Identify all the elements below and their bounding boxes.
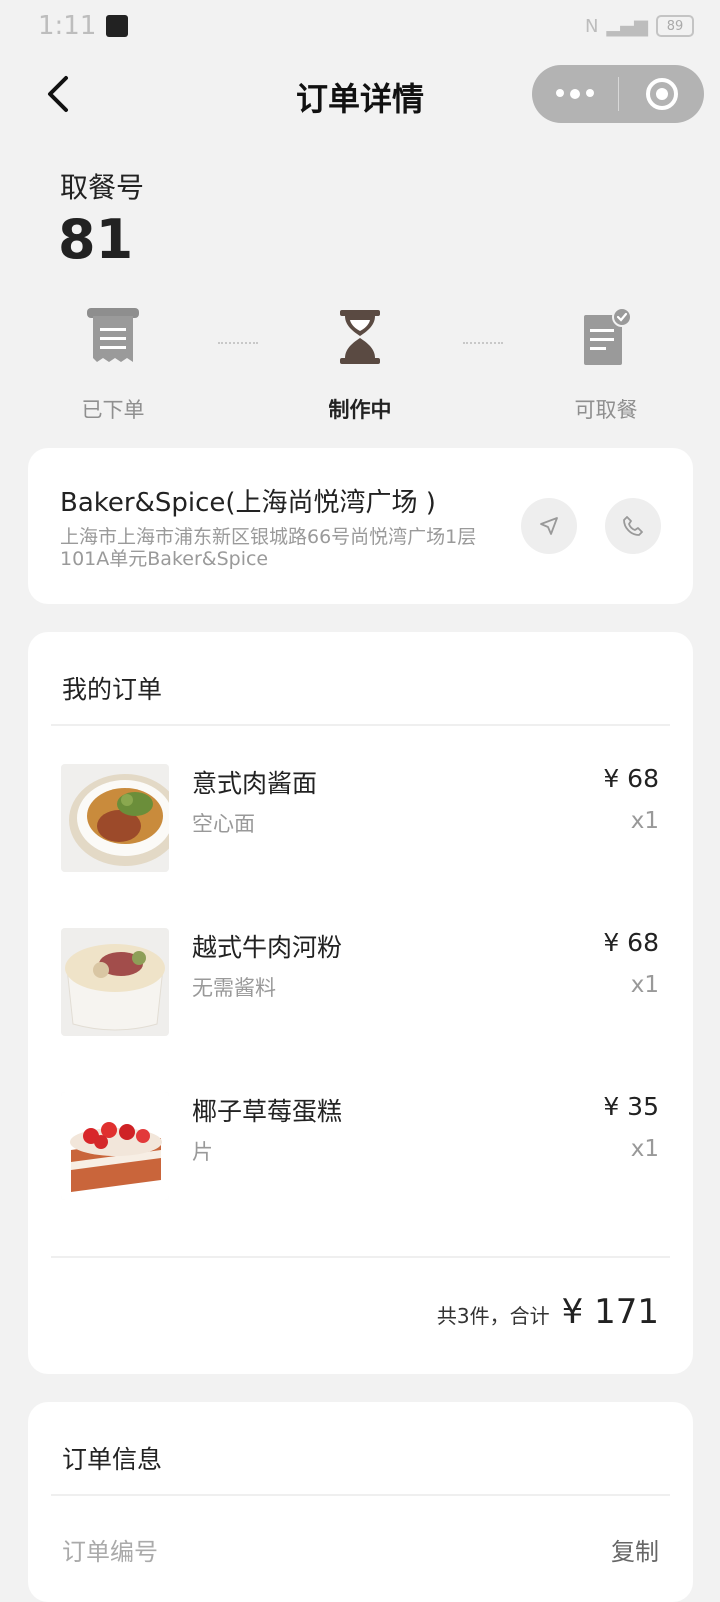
order-item[interactable]: 椰子草莓蛋糕 片 ¥ 35 x1 bbox=[28, 1092, 693, 1202]
progress-connector bbox=[463, 342, 503, 344]
more-dot-icon bbox=[586, 89, 594, 97]
order-item[interactable]: 越式牛肉河粉 无需酱料 ¥ 68 x1 bbox=[28, 928, 693, 1038]
item-name: 越式牛肉河粉 bbox=[192, 933, 343, 962]
pho-image bbox=[61, 928, 169, 1036]
ready-document-icon bbox=[584, 307, 632, 365]
copy-button[interactable]: 复制 bbox=[611, 1532, 659, 1567]
item-quantity: x1 bbox=[630, 808, 659, 834]
pickup-label: 取餐号 bbox=[60, 171, 145, 204]
store-address: 上海市上海市浦东新区银城路66号尚悦湾广场1层101A单元Baker&Spice bbox=[60, 526, 477, 570]
divider bbox=[51, 1256, 670, 1258]
order-card: 我的订单 意式肉酱面 空心面 ¥ 68 x1 越式牛肉河粉 无需酱料 ¥ 68 … bbox=[28, 632, 693, 1374]
navigation-arrow-icon bbox=[540, 517, 558, 535]
receipt-icon bbox=[87, 308, 139, 362]
battery-level: 89 bbox=[666, 18, 684, 34]
order-section-title: 我的订单 bbox=[62, 675, 163, 704]
step-ordered: 已下单 bbox=[33, 300, 193, 424]
item-spec: 空心面 bbox=[192, 812, 255, 836]
order-info-card: 订单信息 订单编号 复制 bbox=[28, 1402, 693, 1602]
order-item[interactable]: 意式肉酱面 空心面 ¥ 68 x1 bbox=[28, 764, 693, 874]
step-ready: 可取餐 bbox=[526, 300, 686, 424]
info-section-title: 订单信息 bbox=[62, 1445, 163, 1474]
call-button[interactable] bbox=[605, 498, 661, 554]
order-total: 共3件，合计 ¥ 171 bbox=[437, 1292, 659, 1332]
navigate-button[interactable] bbox=[521, 498, 577, 554]
total-amount: ¥ 171 bbox=[561, 1292, 659, 1332]
store-name: Baker&Spice(上海尚悦湾广场 ) bbox=[60, 488, 436, 518]
status-time: 1:11 bbox=[38, 11, 97, 41]
miniprogram-capsule bbox=[532, 65, 704, 123]
item-quantity: x1 bbox=[630, 972, 659, 998]
progress-connector bbox=[218, 342, 258, 344]
cake-image bbox=[61, 1092, 169, 1200]
status-bar: 1:11 N ▂▄▆ 89 bbox=[0, 0, 720, 52]
order-progress: 已下单 制作中 可取餐 bbox=[0, 300, 720, 430]
step-label: 可取餐 bbox=[574, 398, 638, 422]
pasta-image bbox=[61, 764, 169, 872]
item-price: ¥ 68 bbox=[603, 928, 659, 957]
more-button[interactable] bbox=[532, 89, 618, 99]
item-price: ¥ 68 bbox=[603, 764, 659, 793]
divider bbox=[51, 724, 670, 726]
step-preparing: 制作中 bbox=[280, 300, 440, 424]
signal-icon: ▂▄▆ bbox=[606, 15, 648, 37]
item-spec: 无需酱料 bbox=[192, 976, 276, 1000]
order-number-row: 订单编号 复制 bbox=[62, 1532, 659, 1567]
nav-bar: 订单详情 bbox=[0, 56, 720, 132]
phone-icon bbox=[623, 516, 643, 536]
more-dot-icon bbox=[556, 89, 564, 97]
close-miniprogram-button[interactable] bbox=[619, 76, 704, 112]
item-spec: 片 bbox=[192, 1140, 213, 1164]
target-icon bbox=[645, 78, 678, 110]
store-card: Baker&Spice(上海尚悦湾广场 ) 上海市上海市浦东新区银城路66号尚悦… bbox=[28, 448, 693, 604]
divider bbox=[51, 1494, 670, 1496]
hourglass-icon bbox=[340, 310, 380, 364]
item-price: ¥ 35 bbox=[603, 1092, 659, 1121]
step-label: 制作中 bbox=[328, 398, 392, 422]
item-name: 意式肉酱面 bbox=[192, 769, 318, 798]
order-number-label: 订单编号 bbox=[62, 1538, 158, 1566]
pickup-number: 81 bbox=[58, 208, 134, 271]
item-quantity: x1 bbox=[630, 1136, 659, 1162]
item-image bbox=[61, 764, 169, 872]
item-image bbox=[61, 1092, 169, 1200]
app-notification-icon bbox=[106, 15, 129, 37]
total-summary: 共3件，合计 bbox=[436, 1304, 550, 1328]
item-image bbox=[61, 928, 169, 1036]
nfc-icon: N bbox=[585, 15, 599, 37]
more-dot-icon bbox=[570, 89, 580, 99]
item-name: 椰子草莓蛋糕 bbox=[192, 1097, 343, 1126]
battery-icon: 89 bbox=[656, 15, 694, 37]
step-label: 已下单 bbox=[81, 398, 145, 422]
